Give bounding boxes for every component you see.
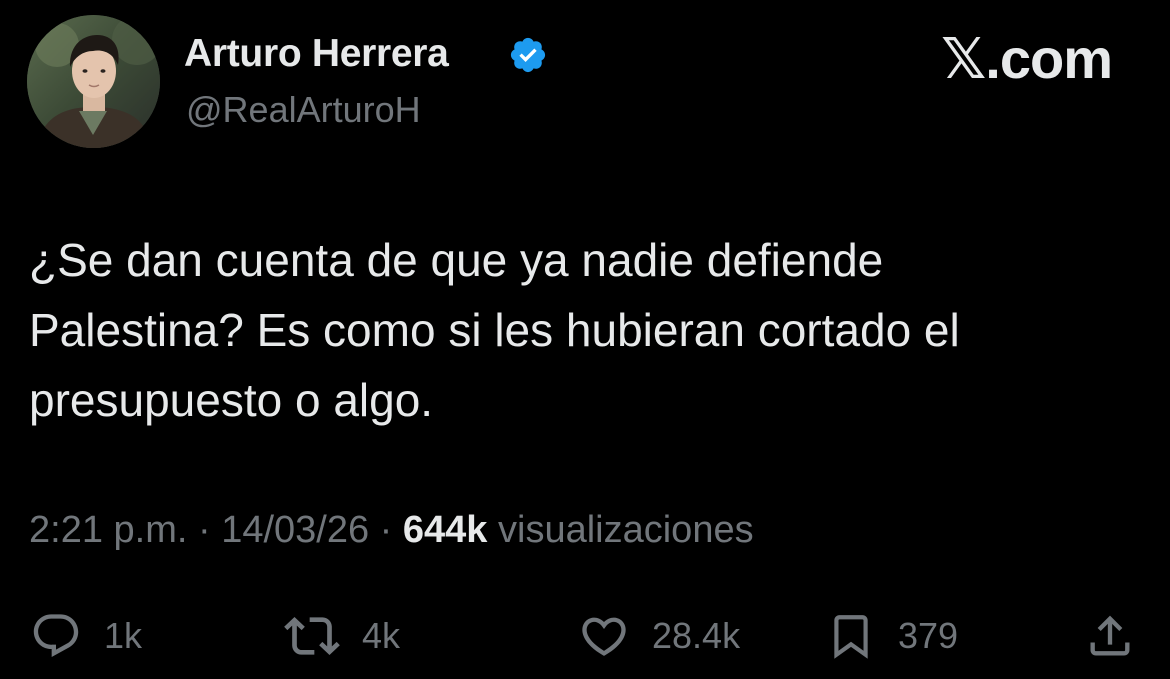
views-count: 644k <box>402 509 488 551</box>
views-label: visualizaciones <box>487 509 754 551</box>
brand-logo: 𝕏.com <box>941 27 1113 90</box>
bookmark-icon <box>834 615 868 659</box>
reply-button[interactable]: 1k <box>30 606 142 666</box>
retweet-icon <box>284 617 340 655</box>
bookmark-button[interactable]: 379 <box>826 606 958 666</box>
tweet-card: Arturo Herrera @RealArturoH 𝕏.com ¿Se da… <box>0 0 1170 679</box>
like-count: 28.4k <box>652 615 741 656</box>
tweet-text: ¿Se dan cuenta de que ya nadie defiende … <box>29 234 960 426</box>
share-button[interactable] <box>1084 606 1136 666</box>
user-handle[interactable]: @RealArturoH <box>186 89 421 131</box>
verified-badge-icon <box>510 37 546 73</box>
display-name[interactable]: Arturo Herrera <box>184 32 449 76</box>
retweet-button[interactable]: 4k <box>284 606 400 666</box>
share-icon <box>1090 615 1130 656</box>
reply-count: 1k <box>104 615 143 656</box>
timestamp-time[interactable]: 2:21 p.m. <box>29 509 187 551</box>
like-button[interactable]: 28.4k <box>578 606 740 666</box>
bookmark-count: 379 <box>898 615 959 656</box>
avatar-image <box>27 15 160 148</box>
heart-icon <box>582 617 626 656</box>
reply-icon <box>33 614 79 658</box>
meta-separator: · <box>369 509 403 551</box>
avatar[interactable] <box>27 15 160 148</box>
action-bar: 1k 4k 28.4k 379 <box>0 606 1170 666</box>
timestamp-date[interactable]: 14/03/26 <box>221 509 369 551</box>
meta-separator: · <box>187 509 222 551</box>
retweet-count: 4k <box>362 615 401 656</box>
tweet-meta: 2:21 p.m. · 14/03/26 · 644k visualizacio… <box>29 509 754 552</box>
